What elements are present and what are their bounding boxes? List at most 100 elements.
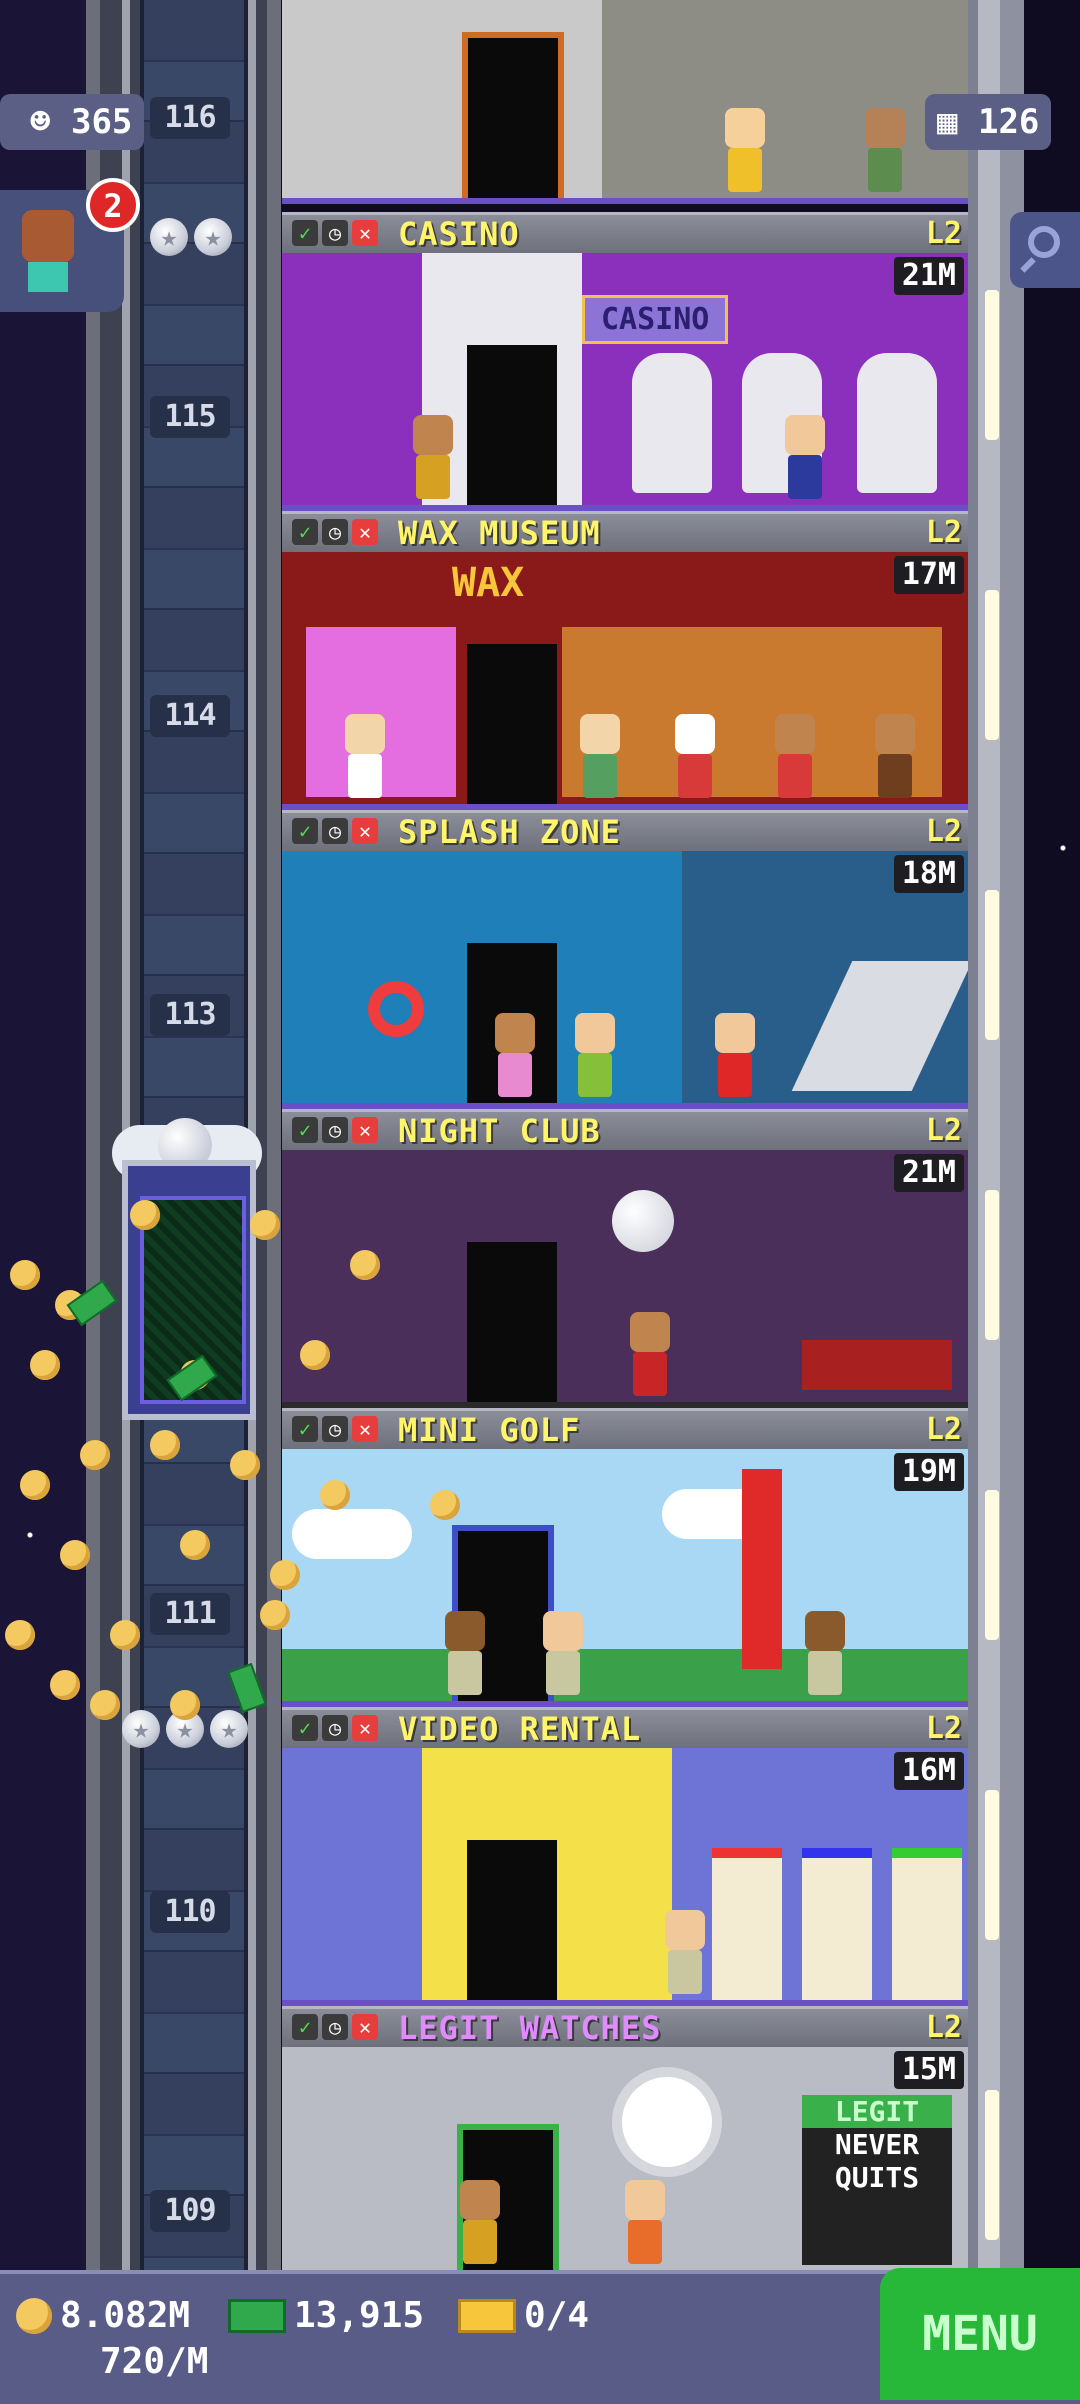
population-badge[interactable]: ☻ 365 (0, 94, 145, 150)
shelf (892, 1848, 962, 2000)
room-door (467, 644, 557, 804)
floor-income: 18M (893, 855, 964, 893)
floor-video-rental[interactable]: ✓ ◷ ✕ VIDEO RENTAL L2 16M (282, 1707, 968, 2006)
wax-figure (872, 714, 918, 798)
wall-light (985, 590, 999, 740)
disco-ball-icon (612, 1190, 674, 1252)
tenant (802, 1611, 848, 1695)
floor-splash-zone[interactable]: ✓ ◷ ✕ SPLASH ZONE L2 18M (282, 810, 968, 1109)
clock-icon: ◷ (322, 519, 348, 545)
floor-number: 116 (150, 97, 230, 139)
tenant (622, 2180, 668, 2264)
wax-figure (672, 714, 718, 798)
watch-sign-text: NEVER (834, 2128, 920, 2161)
floor-wax-museum[interactable]: ✓ ◷ ✕ WAX MUSEUM L2 17M WAX (282, 511, 968, 810)
check-icon: ✓ (292, 1117, 318, 1143)
check-icon: ✓ (292, 2014, 318, 2040)
floor-name: NIGHT CLUB (398, 1112, 601, 1150)
watch-sign: LEGIT NEVER QUITS (802, 2095, 952, 2265)
tenant (782, 415, 828, 499)
floor-income: 16M (893, 1752, 964, 1790)
coin-rate: 720/M (100, 2340, 208, 2384)
floor-night-club[interactable]: ✓ ◷ ✕ NIGHT CLUB L2 21M (282, 1109, 968, 1408)
life-ring-icon (368, 981, 424, 1037)
close-icon: ✕ (352, 2014, 378, 2040)
close-icon: ✕ (352, 818, 378, 844)
room-sign: WAX (452, 560, 525, 606)
floor-header: ✓ ◷ ✕ WAX MUSEUM L2 (282, 511, 968, 552)
coin-icon (16, 2298, 52, 2334)
floor-level: L2 (925, 515, 962, 550)
floor-room: 18M (282, 851, 968, 1109)
floor-header: ✓ ◷ ✕ LEGIT WATCHES L2 (282, 2006, 968, 2047)
check-icon: ✓ (292, 818, 318, 844)
floor-level: L2 (925, 1711, 962, 1746)
clock-icon: ◷ (322, 2014, 348, 2040)
floor-number: 113 (150, 994, 230, 1036)
search-button[interactable] (1010, 212, 1080, 288)
ticket-icon (458, 2299, 516, 2333)
close-icon: ✕ (352, 1715, 378, 1741)
floors-badge[interactable]: ▦ 126 (925, 94, 1052, 150)
coins-value: 8.082M (60, 2295, 191, 2336)
star-icon: ★ (194, 218, 232, 256)
coin-rate-value: 720/M (100, 2341, 209, 2382)
room-door (467, 1840, 557, 2000)
wax-figure (577, 714, 623, 798)
clock-icon: ◷ (322, 818, 348, 844)
bux-display[interactable]: 13,915 (228, 2294, 424, 2338)
search-icon-handle (1020, 257, 1036, 273)
wall-light (985, 1490, 999, 1640)
floors-value: 126 (977, 102, 1040, 142)
floor-room (282, 0, 968, 204)
menu-button[interactable]: MENU (880, 2268, 1080, 2400)
floor-room: 17M WAX (282, 552, 968, 810)
tenant (457, 2180, 503, 2264)
floor-number: 109 (150, 2190, 230, 2232)
floor-income: 19M (893, 1453, 964, 1491)
floor-header: ✓ ◷ ✕ NIGHT CLUB L2 (282, 1109, 968, 1150)
floor-income: 21M (893, 1154, 964, 1192)
clock-icon: ◷ (322, 1117, 348, 1143)
floor-number: 115 (150, 396, 230, 438)
shelf (802, 1848, 872, 2000)
notification-badge: 2 (86, 178, 140, 232)
floor-mini-golf[interactable]: ✓ ◷ ✕ MINI GOLF L2 19M (282, 1408, 968, 1707)
tenant (627, 1312, 673, 1396)
tenant (862, 108, 908, 192)
floor-header: ✓ ◷ ✕ CASINO L2 (282, 212, 968, 253)
population-value: 365 (70, 102, 133, 142)
vip-avatar-body (28, 262, 68, 292)
check-icon: ✓ (292, 220, 318, 246)
floor-casino[interactable]: ✓ ◷ ✕ CASINO L2 21M CASINO (282, 212, 968, 511)
floor-name: WAX MUSEUM (398, 514, 601, 552)
floor-income: 21M (893, 257, 964, 295)
lounge-sofa (802, 1340, 952, 1390)
elevator-stars: ★ ★ (150, 218, 232, 256)
floor-room: 15M LEGIT NEVER QUITS (282, 2047, 968, 2270)
tenant (712, 1013, 758, 1097)
floor-name: CASINO (398, 215, 520, 253)
floor-header: ✓ ◷ ✕ VIDEO RENTAL L2 (282, 1707, 968, 1748)
slot-machine (857, 353, 937, 493)
floor-legit-watches[interactable]: ✓ ◷ ✕ LEGIT WATCHES L2 15M LEGIT NEVER Q… (282, 2006, 968, 2270)
floor-room: 21M CASINO (282, 253, 968, 511)
tenant (492, 1013, 538, 1097)
wax-figure (342, 714, 388, 798)
floors-icon: ▦ (937, 102, 958, 142)
windmill (742, 1469, 782, 1669)
tenant (442, 1611, 488, 1695)
close-icon: ✕ (352, 220, 378, 246)
close-icon: ✕ (352, 1416, 378, 1442)
floor-room: 19M (282, 1449, 968, 1707)
check-icon: ✓ (292, 519, 318, 545)
wall-light (985, 1190, 999, 1340)
floor-top-partial[interactable] (282, 0, 968, 205)
coins-display[interactable]: 8.082M (16, 2294, 190, 2338)
floor-header: ✓ ◷ ✕ SPLASH ZONE L2 (282, 810, 968, 851)
room-sign: CASINO (582, 295, 729, 344)
tenant (722, 108, 768, 192)
wall-light (985, 2090, 999, 2240)
resident-icon: ☻ (30, 102, 51, 142)
tickets-display[interactable]: 0/4 (458, 2294, 589, 2338)
